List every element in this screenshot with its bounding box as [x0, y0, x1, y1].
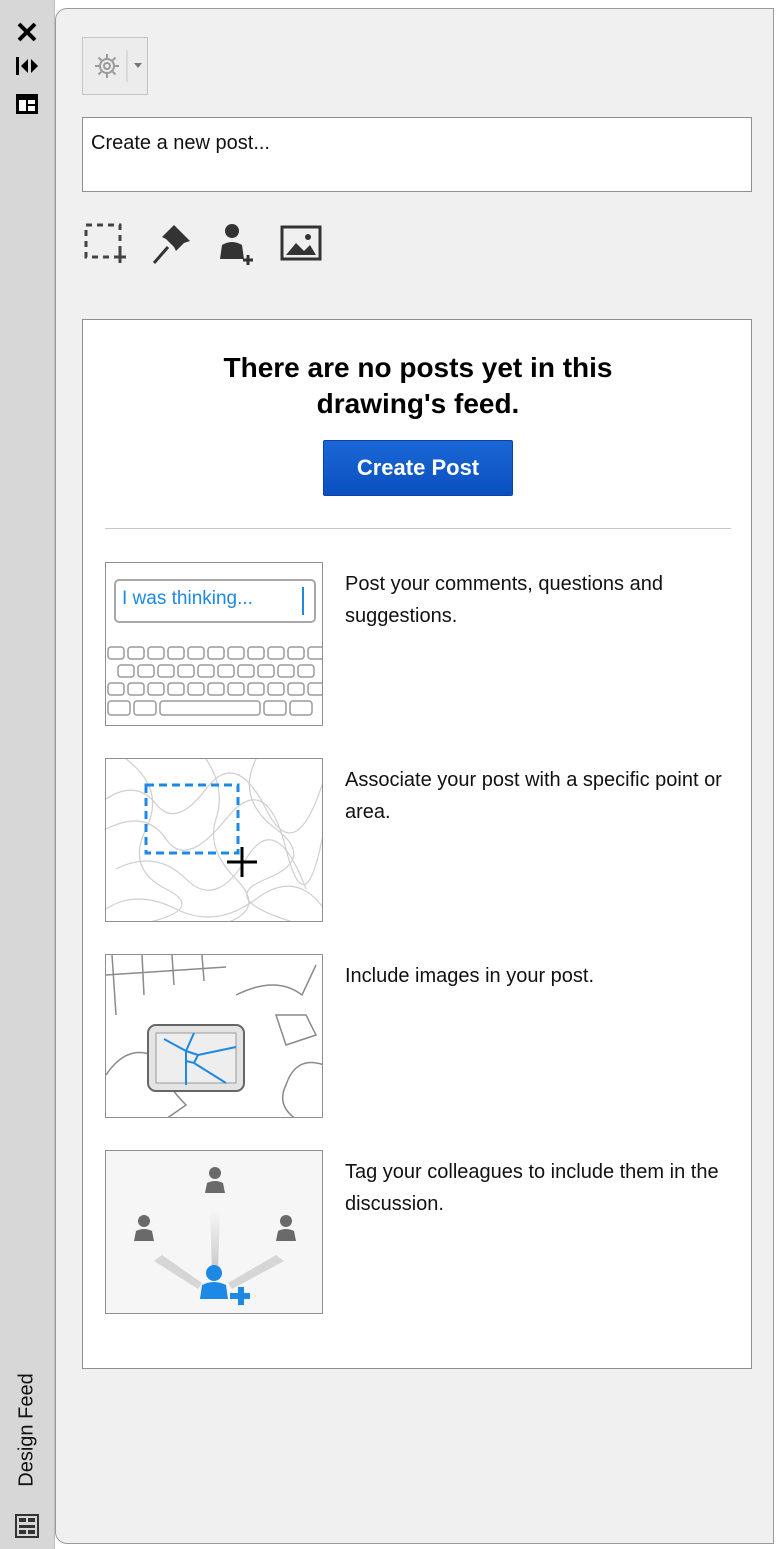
- tip-text: Post your comments, questions and sugges…: [345, 573, 663, 627]
- image-capture-illustration: [105, 954, 323, 1118]
- chevron-down-icon: [134, 63, 142, 68]
- gear-icon: [95, 50, 142, 82]
- empty-feed-card: There are no posts yet in this drawing's…: [82, 319, 752, 1369]
- properties-icon[interactable]: [10, 90, 44, 118]
- close-icon[interactable]: [10, 18, 44, 46]
- empty-feed-heading: There are no posts yet in this drawing's…: [83, 350, 753, 422]
- divider: [105, 528, 731, 529]
- create-post-button[interactable]: Create Post: [323, 440, 513, 496]
- tip-item: Associate your post with a specific poin…: [105, 758, 731, 924]
- palette-icon[interactable]: [10, 1512, 44, 1540]
- keyboard-illustration: I was thinking...: [105, 562, 323, 726]
- tip-item: I was thinking... Post your comments, qu…: [105, 562, 731, 728]
- settings-menu-button[interactable]: [82, 37, 148, 95]
- heading-line-2: drawing's feed.: [316, 388, 520, 419]
- design-feed-panel: Create a new post... There are no posts …: [55, 8, 774, 1544]
- tag-user-icon[interactable]: [212, 219, 260, 267]
- tip-item: Include images in your post.: [105, 954, 731, 1120]
- heading-line-1: There are no posts yet in this: [223, 352, 613, 383]
- tip-text: Associate your post with a specific poin…: [345, 769, 722, 823]
- tip-text: Tag your colleagues to include them in t…: [345, 1161, 719, 1215]
- area-select-illustration: [105, 758, 323, 922]
- palette-title: Design Feed: [15, 1373, 38, 1487]
- tip-text: Include images in your post.: [345, 965, 595, 987]
- image-icon[interactable]: [278, 219, 326, 267]
- illustration-caption: I was thinking...: [122, 588, 253, 609]
- new-post-input[interactable]: Create a new post...: [82, 117, 752, 192]
- pin-icon[interactable]: [148, 219, 196, 267]
- tag-colleagues-illustration: [105, 1150, 323, 1314]
- autohide-icon[interactable]: [10, 52, 44, 80]
- palette-title-strip: Design Feed: [0, 0, 55, 1549]
- tip-item: Tag your colleagues to include them in t…: [105, 1150, 731, 1316]
- select-area-icon[interactable]: [82, 219, 130, 267]
